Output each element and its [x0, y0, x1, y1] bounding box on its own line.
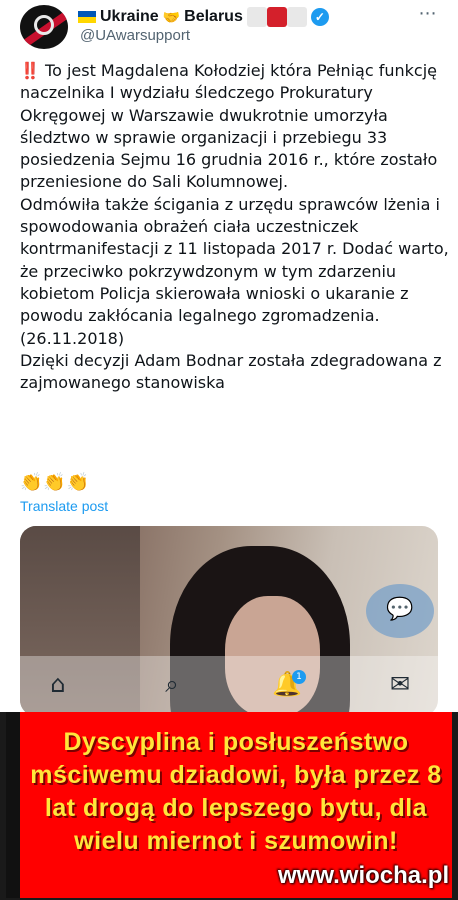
- notification-badge: 1: [292, 670, 306, 684]
- verified-badge-icon: ✓: [310, 8, 329, 26]
- post-header: Ukraine 🤝 Belarus ✓ @UAwarsupport ⋯: [0, 0, 458, 54]
- translate-post-link[interactable]: Translate post: [20, 498, 108, 514]
- display-name-text-2: Belarus: [184, 8, 243, 25]
- compose-reply-button[interactable]: 💬: [366, 584, 434, 638]
- flag-stripe-red: [266, 7, 287, 27]
- bottom-nav: ⌂ ⌕ 🔔 ✉: [0, 656, 458, 712]
- search-icon[interactable]: ⌕: [158, 670, 186, 698]
- handshake-icon: 🤝: [162, 8, 181, 25]
- post-body: To jest Magdalena Kołodziej która Pełnią…: [20, 61, 449, 393]
- user-handle[interactable]: @UAwarsupport: [80, 27, 190, 44]
- ukraine-flag-icon: [78, 11, 96, 23]
- display-name-text: Ukraine: [100, 8, 159, 25]
- home-icon[interactable]: ⌂: [44, 670, 72, 698]
- flag-stripe-white: [286, 7, 307, 27]
- double-exclamation-icon: ‼️: [20, 61, 40, 80]
- clapping-hands-icon: 👏👏👏: [20, 472, 91, 493]
- avatar-emblem: [34, 15, 54, 35]
- site-watermark: www.wiocha.pl: [278, 862, 450, 889]
- more-options-icon[interactable]: ⋯: [414, 4, 442, 28]
- mail-icon[interactable]: ✉: [386, 670, 414, 698]
- flag-stripe-white: [246, 7, 267, 27]
- avatar[interactable]: [20, 5, 68, 49]
- belarus-flag-icon: [246, 7, 307, 27]
- post-text: ‼️ To jest Magdalena Kołodziej która Peł…: [20, 60, 452, 394]
- banner-caption: Dyscyplina i posłuszeństwo mściwemu dzia…: [30, 728, 442, 855]
- tweet-screen: Ukraine 🤝 Belarus ✓ @UAwarsupport ⋯ ‼️ T…: [0, 0, 458, 712]
- display-name[interactable]: Ukraine 🤝 Belarus ✓: [78, 6, 329, 28]
